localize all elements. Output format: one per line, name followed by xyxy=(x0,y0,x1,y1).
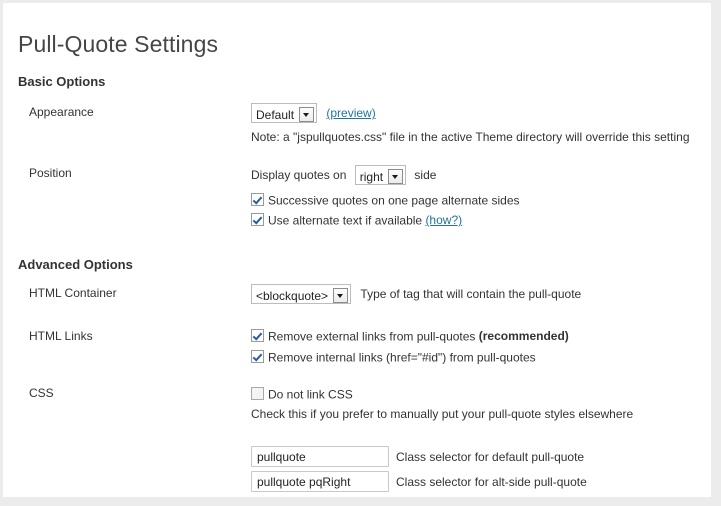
position-field-group: Display quotes on right side xyxy=(251,165,437,186)
checkbox-row-alternate-text[interactable]: Use alternate text if available (how?) xyxy=(251,213,462,228)
page-title: Pull-Quote Settings xyxy=(18,31,219,58)
checkbox-do-not-link-css[interactable] xyxy=(251,387,264,401)
html-container-description: Type of tag that will contain the pull-q… xyxy=(360,287,582,302)
appearance-note: Note: a "jspullquotes.css" file in the a… xyxy=(251,130,690,144)
appearance-select-value: Default xyxy=(256,107,295,122)
settings-page: Pull-Quote Settings Basic Options Appear… xyxy=(3,3,711,497)
default-selector-description: Class selector for default pull-quote xyxy=(396,450,585,464)
checkbox-row-alternate-sides[interactable]: Successive quotes on one page alternate … xyxy=(251,193,520,208)
checkbox-alternate-sides[interactable] xyxy=(251,193,264,207)
checkbox-row-remove-internal-links[interactable]: Remove internal links (href="#id") from … xyxy=(251,350,536,365)
checkbox-remove-external-links[interactable] xyxy=(251,329,264,343)
position-select[interactable]: right xyxy=(354,165,407,185)
checkbox-row-do-not-link-css[interactable]: Do not link CSS xyxy=(251,387,353,402)
checkbox-row-remove-external-links[interactable]: Remove external links from pull-quotes (… xyxy=(251,329,569,344)
label-position: Position xyxy=(29,166,72,180)
checkbox-remove-internal-links[interactable] xyxy=(251,350,264,364)
checkbox-alternate-sides-label: Successive quotes on one page alternate … xyxy=(268,193,520,208)
alt-selector-input[interactable] xyxy=(251,471,389,492)
position-prefix-text: Display quotes on xyxy=(251,168,347,183)
alt-selector-description: Class selector for alt-side pull-quote xyxy=(396,475,587,489)
how-link[interactable]: (how?) xyxy=(425,213,462,227)
checkbox-do-not-link-css-label: Do not link CSS xyxy=(268,387,353,402)
checkbox-remove-internal-links-label: Remove internal links (href="#id") from … xyxy=(268,350,536,365)
chevron-down-icon xyxy=(333,288,349,304)
html-container-select-value: <blockquote> xyxy=(256,288,329,303)
label-appearance: Appearance xyxy=(29,105,94,119)
recommended-emphasis: (recommended) xyxy=(478,329,569,343)
chevron-down-icon xyxy=(299,107,315,123)
label-css: CSS xyxy=(29,386,54,400)
appearance-select[interactable]: Default xyxy=(251,103,318,123)
position-select-value: right xyxy=(359,169,384,184)
section-heading-basic: Basic Options xyxy=(18,73,106,89)
chevron-down-icon xyxy=(388,169,404,185)
checkbox-alternate-text-label: Use alternate text if available xyxy=(268,213,423,228)
appearance-field-group: Default (preview) xyxy=(251,103,376,124)
position-suffix-text: side xyxy=(414,168,437,183)
checkbox-alternate-text[interactable] xyxy=(251,213,264,227)
css-hint-text: Check this if you prefer to manually put… xyxy=(251,407,634,421)
html-container-select[interactable]: <blockquote> xyxy=(251,284,352,304)
html-container-field-group: <blockquote> Type of tag that will conta… xyxy=(251,284,582,305)
preview-link[interactable]: (preview) xyxy=(326,106,375,120)
default-selector-input[interactable] xyxy=(251,446,389,467)
section-heading-advanced: Advanced Options xyxy=(18,256,133,272)
label-html-container: HTML Container xyxy=(29,286,117,300)
checkbox-remove-external-links-label: Remove external links from pull-quotes xyxy=(268,329,476,344)
label-html-links: HTML Links xyxy=(29,329,93,343)
